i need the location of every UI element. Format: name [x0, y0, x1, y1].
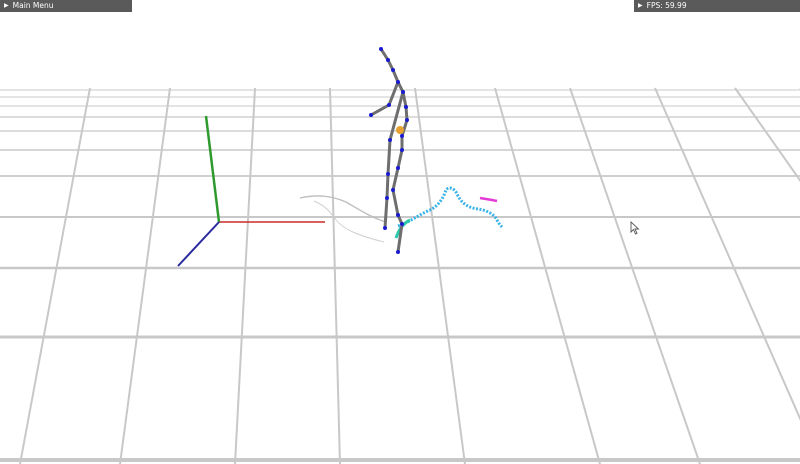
fps-label: FPS: 59.99: [646, 1, 687, 10]
joint: [369, 113, 373, 117]
joint: [404, 105, 408, 109]
triangle-right-icon: ▶: [4, 2, 9, 9]
joint: [396, 213, 400, 217]
y-axis: [204, 115, 221, 223]
triangle-right-icon: ▶: [638, 2, 643, 9]
grid-line: [119, 87, 171, 464]
main-menu-label: Main Menu: [12, 1, 54, 10]
joint: [391, 68, 395, 72]
grid-line: [329, 87, 341, 464]
grid-line: [654, 87, 800, 421]
root-marker: [396, 126, 404, 134]
joint: [396, 166, 400, 170]
grid-line: [494, 87, 601, 464]
joint: [379, 47, 383, 51]
joint: [386, 58, 390, 62]
bone: [396, 222, 404, 254]
magenta-trail: [479, 196, 498, 203]
main-menu-button[interactable]: ▶ Main Menu: [0, 0, 132, 12]
bone: [391, 166, 400, 192]
ghost-path: [299, 195, 387, 223]
bone: [396, 148, 404, 170]
ground-grid: [0, 87, 800, 464]
grid-line: [234, 87, 256, 464]
joint: [405, 118, 409, 122]
joint: [396, 80, 400, 84]
joint: [400, 222, 404, 226]
grid-line: [19, 87, 91, 464]
viewport-3d[interactable]: ▶ Main Menu ▶ FPS: 59.99: [0, 0, 800, 464]
bone: [387, 80, 400, 107]
fps-panel[interactable]: ▶ FPS: 59.99: [634, 0, 800, 12]
joint: [400, 134, 404, 138]
joint: [388, 138, 392, 142]
joint: [400, 148, 404, 152]
motion-trails: [394, 186, 504, 239]
joint: [401, 90, 405, 94]
bone: [383, 196, 389, 230]
joint: [386, 172, 390, 176]
joint: [387, 103, 391, 107]
z-axis: [177, 221, 220, 267]
grid-line: [414, 87, 466, 464]
mouse-cursor-icon: [630, 221, 640, 235]
joint: [383, 226, 387, 230]
joint: [391, 188, 395, 192]
scene-canvas[interactable]: [0, 0, 800, 464]
cyan-trail: [397, 186, 504, 229]
bone: [386, 138, 392, 176]
bone: [385, 172, 390, 200]
bone: [391, 188, 400, 217]
joint: [396, 250, 400, 254]
ghost-trail: [299, 195, 387, 243]
joint: [385, 196, 389, 200]
grid-line: [734, 87, 800, 182]
